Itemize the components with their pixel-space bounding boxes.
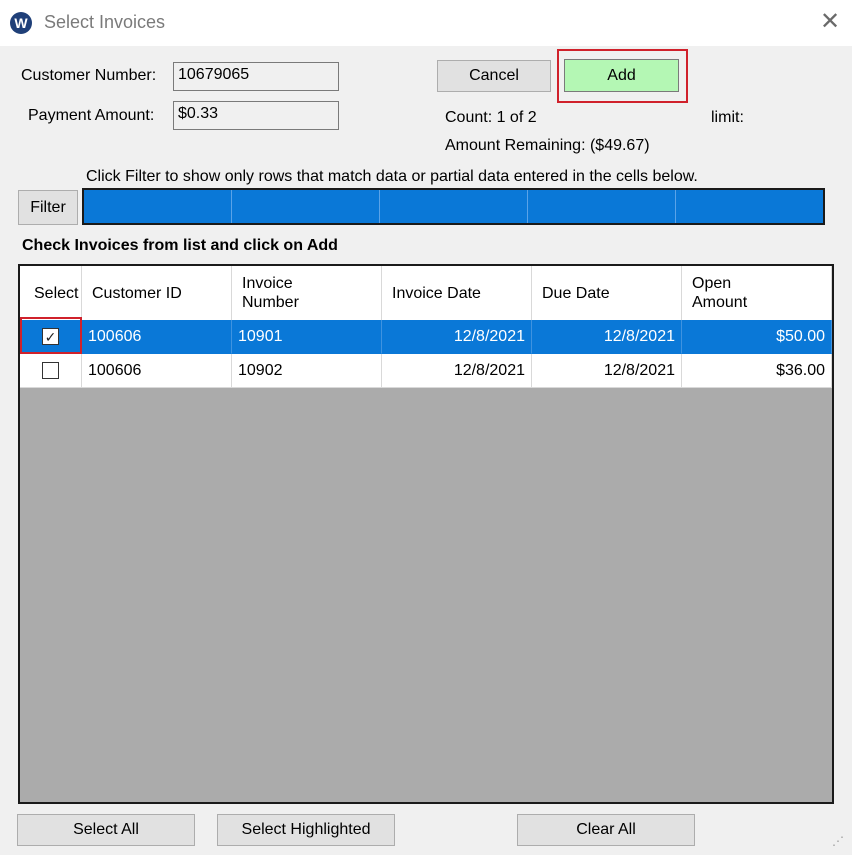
limit-label: limit:	[711, 109, 744, 126]
select-all-button[interactable]: Select All	[17, 814, 195, 846]
cancel-button[interactable]: Cancel	[437, 60, 551, 92]
row-checkbox-unchecked[interactable]	[42, 362, 59, 379]
column-header-due-date[interactable]: Due Date	[532, 266, 682, 320]
window-title: Select Invoices	[44, 12, 166, 32]
invoice-grid: Select Customer ID Invoice Number Invoic…	[18, 264, 834, 804]
customer-number-field[interactable]: 10679065	[173, 62, 339, 91]
customer-number-label: Customer Number:	[21, 67, 157, 84]
resize-grip-icon[interactable]: ⋰	[832, 834, 844, 848]
clear-all-button[interactable]: Clear All	[517, 814, 695, 846]
table-row[interactable]: 100606 10902 12/8/2021 12/8/2021 $36.00	[20, 354, 832, 388]
checkbox-highlight-frame	[20, 317, 82, 354]
payment-amount-label: Payment Amount:	[28, 107, 155, 124]
filter-row	[82, 188, 825, 225]
cell-due-date: 12/8/2021	[532, 320, 682, 354]
filter-cell-invoice-date[interactable]	[380, 190, 528, 223]
cell-invoice-date: 12/8/2021	[382, 320, 532, 354]
filter-button[interactable]: Filter	[18, 190, 78, 225]
cell-invoice-date: 12/8/2021	[382, 354, 532, 388]
filter-cell-invoice-number[interactable]	[232, 190, 380, 223]
filter-cell-customer-id[interactable]	[84, 190, 232, 223]
column-header-customer-id[interactable]: Customer ID	[82, 266, 232, 320]
cell-customer-id: 100606	[82, 320, 232, 354]
grid-header: Select Customer ID Invoice Number Invoic…	[20, 266, 832, 320]
count-status: Count: 1 of 2	[445, 109, 537, 126]
cell-open-amount: $50.00	[682, 320, 832, 354]
app-logo-icon: W	[10, 12, 32, 34]
cell-due-date: 12/8/2021	[532, 354, 682, 388]
close-icon[interactable]: ✕	[816, 8, 844, 36]
column-header-invoice-date[interactable]: Invoice Date	[382, 266, 532, 320]
cell-invoice-number: 10901	[232, 320, 382, 354]
cell-invoice-number: 10902	[232, 354, 382, 388]
title-bar: W Select Invoices ✕	[0, 0, 852, 46]
filter-cell-open-amount[interactable]	[676, 190, 823, 223]
table-row[interactable]: ✓ 100606 10901 12/8/2021 12/8/2021 $50.0…	[20, 320, 832, 354]
payment-amount-field[interactable]: $0.33	[173, 101, 339, 130]
amount-remaining: Amount Remaining: ($49.67)	[445, 137, 650, 154]
column-header-open-amount[interactable]: Open Amount	[682, 266, 832, 320]
grid-caption: Check Invoices from list and click on Ad…	[22, 237, 338, 254]
filter-hint: Click Filter to show only rows that matc…	[86, 168, 698, 185]
select-highlighted-button[interactable]: Select Highlighted	[217, 814, 395, 846]
filter-cell-due-date[interactable]	[528, 190, 676, 223]
row-select-cell[interactable]	[20, 354, 82, 388]
cell-open-amount: $36.00	[682, 354, 832, 388]
column-header-select[interactable]: Select	[20, 266, 82, 320]
add-button[interactable]: Add	[564, 59, 679, 92]
cell-customer-id: 100606	[82, 354, 232, 388]
column-header-invoice-number[interactable]: Invoice Number	[232, 266, 382, 320]
